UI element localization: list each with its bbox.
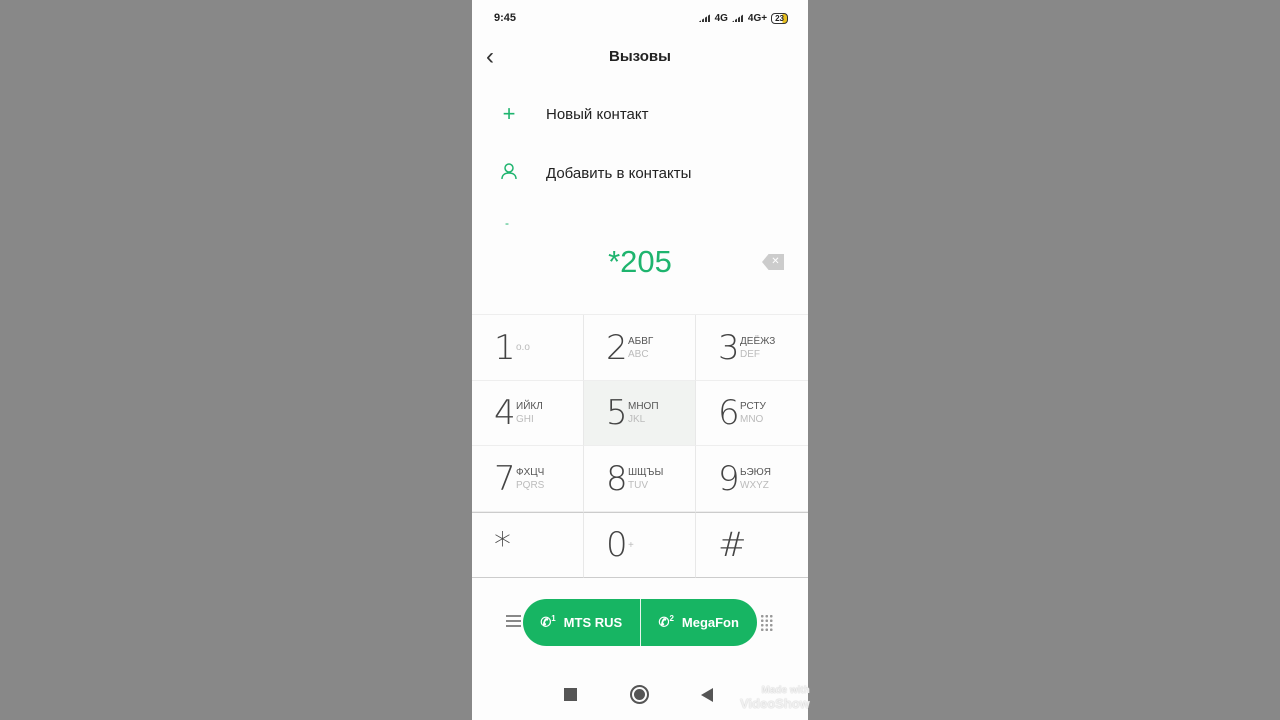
menu-icon[interactable]	[506, 615, 521, 627]
key-letters-en: TUV	[628, 479, 648, 491]
key-digit: 2	[606, 327, 628, 368]
keypad: 1 o.o 2 АБВГ ABC 3 ДЕЁЖЗ DEF 4 ИЙКЛ GHI 5 МНОП JKL 6 РС…	[472, 314, 808, 578]
new-contact-item[interactable]: + Новый контакт	[472, 89, 808, 139]
signal-icon	[731, 14, 744, 22]
recents-button[interactable]	[564, 688, 577, 701]
plus-icon: +	[502, 101, 516, 126]
key-digit: 9	[718, 458, 740, 499]
network-sim1: 4G	[714, 12, 728, 24]
key-digit: 3	[718, 327, 740, 368]
call-buttons: ✆1 MTS RUS ✆2 MegaFon	[523, 599, 757, 646]
key-hash[interactable]: #	[696, 512, 808, 578]
phone-icon: ✆2	[658, 614, 674, 630]
clock: 9:45	[494, 12, 517, 24]
key-letters-ru: МНОП	[628, 401, 659, 412]
key-letters-en: +	[628, 539, 634, 551]
key-0[interactable]: 0 +	[584, 512, 696, 578]
key-letters-en: DEF	[740, 348, 760, 360]
key-letters-ru: ИЙКЛ	[516, 401, 543, 412]
key-letters-ru: ФХЦЧ	[516, 466, 545, 478]
phone-screen: 9:45 4G 4G+ 23 ‹ Вызовы + Новый контакт …	[472, 0, 810, 720]
page-title: Вызовы	[609, 48, 671, 65]
key-digit: 6	[718, 393, 740, 433]
key-3[interactable]: 3 ДЕЁЖЗ DEF	[696, 315, 808, 381]
key-2[interactable]: 2 АБВГ ABC	[584, 315, 696, 381]
phone-icon: ✆1	[540, 614, 556, 630]
key-6[interactable]: 6 РСТУ MNO	[696, 381, 808, 446]
key-letters-ru: ШЩЪЫ	[628, 466, 664, 478]
key-letters-en: WXYZ	[740, 479, 769, 491]
back-nav-button[interactable]	[701, 688, 713, 702]
key-letters-en: o.o	[516, 342, 530, 353]
new-contact-label: Новый контакт	[546, 105, 649, 123]
key-letters-ru: ЬЭЮЯ	[740, 466, 771, 478]
key-digit: 1	[494, 327, 516, 368]
add-to-contacts-label: Добавить в контакты	[546, 164, 692, 182]
watermark: Made with VideoShow	[740, 685, 810, 711]
home-button[interactable]	[630, 685, 649, 704]
key-1[interactable]: 1 o.o	[472, 315, 584, 381]
network-sim2: 4G+	[747, 12, 768, 24]
dialed-number[interactable]: *205	[472, 244, 808, 280]
key-letters-en: ABC	[628, 348, 649, 360]
status-bar: 9:45 4G 4G+ 23	[494, 10, 788, 26]
key-7[interactable]: 7 ФХЦЧ PQRS	[472, 446, 584, 512]
key-digit: #	[718, 525, 747, 565]
key-digit: 5	[606, 393, 628, 433]
add-to-contacts-item[interactable]: Добавить в контакты	[472, 148, 808, 198]
key-digit: 0	[606, 525, 628, 565]
key-letters-en: PQRS	[516, 479, 545, 491]
key-digit: 4	[494, 393, 516, 433]
key-letters-en: GHI	[516, 414, 534, 425]
person-icon	[472, 160, 546, 186]
battery-icon: 23	[771, 12, 788, 24]
key-4[interactable]: 4 ИЙКЛ GHI	[472, 381, 584, 446]
call-sim2-button[interactable]: ✆2 MegaFon	[639, 599, 758, 646]
key-letters-en: JKL	[628, 414, 646, 425]
key-digit: 7	[494, 458, 516, 499]
key-digit: 8	[606, 458, 628, 499]
dash-icon: -	[505, 216, 509, 230]
signal-icon	[698, 14, 711, 22]
key-5[interactable]: 5 МНОП JKL	[584, 381, 696, 446]
key-letters-ru: АБВГ	[628, 335, 654, 347]
key-letters-en: MNO	[740, 414, 764, 425]
key-9[interactable]: 9 ЬЭЮЯ WXYZ	[696, 446, 808, 512]
key-star[interactable]: *	[472, 512, 584, 578]
dialpad-toggle-icon[interactable]	[760, 614, 774, 632]
key-digit: *	[494, 525, 511, 565]
key-8[interactable]: 8 ШЩЪЫ TUV	[584, 446, 696, 512]
call-sim1-button[interactable]: ✆1 MTS RUS	[523, 599, 640, 646]
key-letters-ru: ДЕЁЖЗ	[740, 335, 776, 347]
key-letters-ru: РСТУ	[740, 401, 766, 412]
sim2-label: MegaFon	[681, 615, 739, 630]
sim1-label: MTS RUS	[563, 615, 623, 630]
